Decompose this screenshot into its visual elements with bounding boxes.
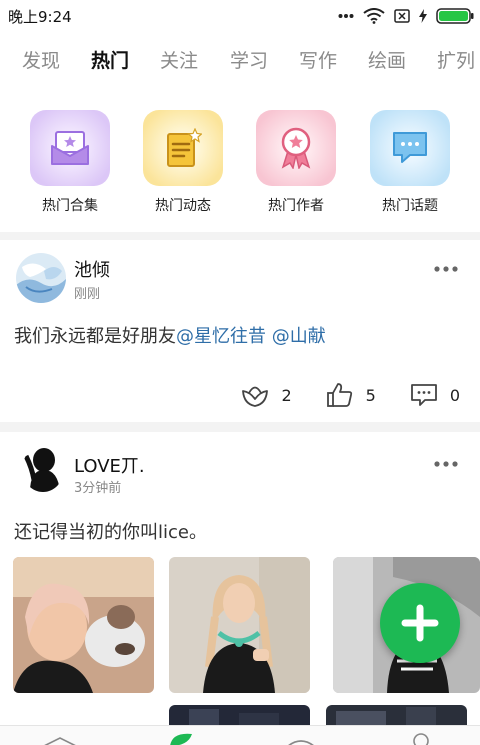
comment-count: 0 <box>449 385 460 405</box>
status-bar: 晚上9:24 <box>0 0 480 32</box>
post-card[interactable]: 池倾 刚刚 我们永远都是好朋友@星忆往昔 @山献 2 5 0 <box>0 240 480 422</box>
chat-bubble-icon <box>393 132 427 163</box>
profile-icon[interactable] <box>408 732 434 745</box>
flower-count: 2 <box>281 385 292 405</box>
flower-icon <box>242 386 269 407</box>
hot-collection-tile <box>30 110 110 186</box>
envelope-star-icon <box>51 131 89 165</box>
like-button[interactable]: 5 <box>326 382 376 408</box>
hot-authors-label: 热门作者 <box>268 198 324 214</box>
post-photo[interactable] <box>13 557 154 693</box>
hot-categories: 热门合集 热门动态 热门作者 热门话题 <box>0 110 480 230</box>
author-name[interactable]: 池倾 <box>74 256 110 282</box>
create-post-button[interactable] <box>380 583 460 663</box>
plus-icon <box>401 604 439 642</box>
post-time: 3分钟前 <box>74 481 122 496</box>
hot-collection-entry[interactable]: 热门合集 <box>15 110 125 215</box>
post-photo[interactable] <box>326 705 467 725</box>
message-icon[interactable] <box>286 738 316 745</box>
category-tabs: 发现 热门 关注 学习 写作 绘画 扩列 <box>0 40 480 80</box>
bottom-nav <box>0 725 480 745</box>
mention-link[interactable]: @星忆往昔 <box>176 326 266 347</box>
flower-button[interactable]: 2 <box>241 382 292 408</box>
tab-hot[interactable]: 热门 <box>91 46 129 73</box>
post-text: 还记得当初的你叫lice。 <box>14 522 207 543</box>
tab-discover[interactable]: 发现 <box>22 46 60 73</box>
tab-follow[interactable]: 关注 <box>160 46 198 73</box>
hot-topics-entry[interactable]: 热门话题 <box>355 110 465 215</box>
post-card[interactable]: LOVE丌. 3分钟前 还记得当初的你叫lice。 <box>0 432 480 725</box>
home-icon[interactable] <box>42 736 78 745</box>
hot-topics-tile <box>370 110 450 186</box>
avatar[interactable] <box>16 253 66 303</box>
post-text-body: 我们永远都是好朋友 <box>14 326 176 347</box>
post-photo[interactable] <box>169 557 310 693</box>
award-ribbon-icon <box>281 127 311 169</box>
author-name[interactable]: LOVE丌. <box>74 452 145 478</box>
post-actions: 2 5 0 <box>207 380 460 410</box>
tab-study[interactable]: 学习 <box>230 46 268 73</box>
more-dots-icon <box>338 14 354 18</box>
section-divider <box>0 422 480 432</box>
more-dots-icon[interactable] <box>434 461 458 467</box>
mention-link[interactable]: @山献 <box>272 326 326 347</box>
section-divider <box>0 232 480 240</box>
hot-authors-entry[interactable]: 热门作者 <box>241 110 351 215</box>
hot-authors-tile <box>256 110 336 186</box>
battery-icon <box>436 8 474 24</box>
status-icons <box>338 5 474 27</box>
charging-icon <box>419 9 427 23</box>
post-photo[interactable] <box>169 705 310 725</box>
more-dots-icon[interactable] <box>434 266 458 272</box>
hot-activity-tile <box>143 110 223 186</box>
post-time: 刚刚 <box>74 287 101 302</box>
wifi-icon <box>363 8 385 24</box>
avatar[interactable] <box>22 446 64 492</box>
hot-collection-label: 热门合集 <box>42 198 98 214</box>
status-time: 晚上9:24 <box>8 8 72 26</box>
comment-button[interactable]: 0 <box>410 383 460 407</box>
hot-activity-label: 热门动态 <box>155 198 211 214</box>
leaf-icon[interactable] <box>166 732 196 745</box>
tab-writing[interactable]: 写作 <box>299 46 337 73</box>
tab-expand[interactable]: 扩列 <box>437 46 475 73</box>
post-text: 我们永远都是好朋友@星忆往昔 @山献 <box>14 322 326 348</box>
thumbs-up-icon <box>326 383 352 407</box>
tab-drawing[interactable]: 绘画 <box>368 46 406 73</box>
sim-slot-icon <box>394 9 410 23</box>
hot-activity-entry[interactable]: 热门动态 <box>128 110 238 215</box>
comment-icon <box>410 384 437 406</box>
notepad-star-icon <box>167 128 202 167</box>
hot-topics-label: 热门话题 <box>382 198 438 214</box>
like-count: 5 <box>365 385 376 405</box>
